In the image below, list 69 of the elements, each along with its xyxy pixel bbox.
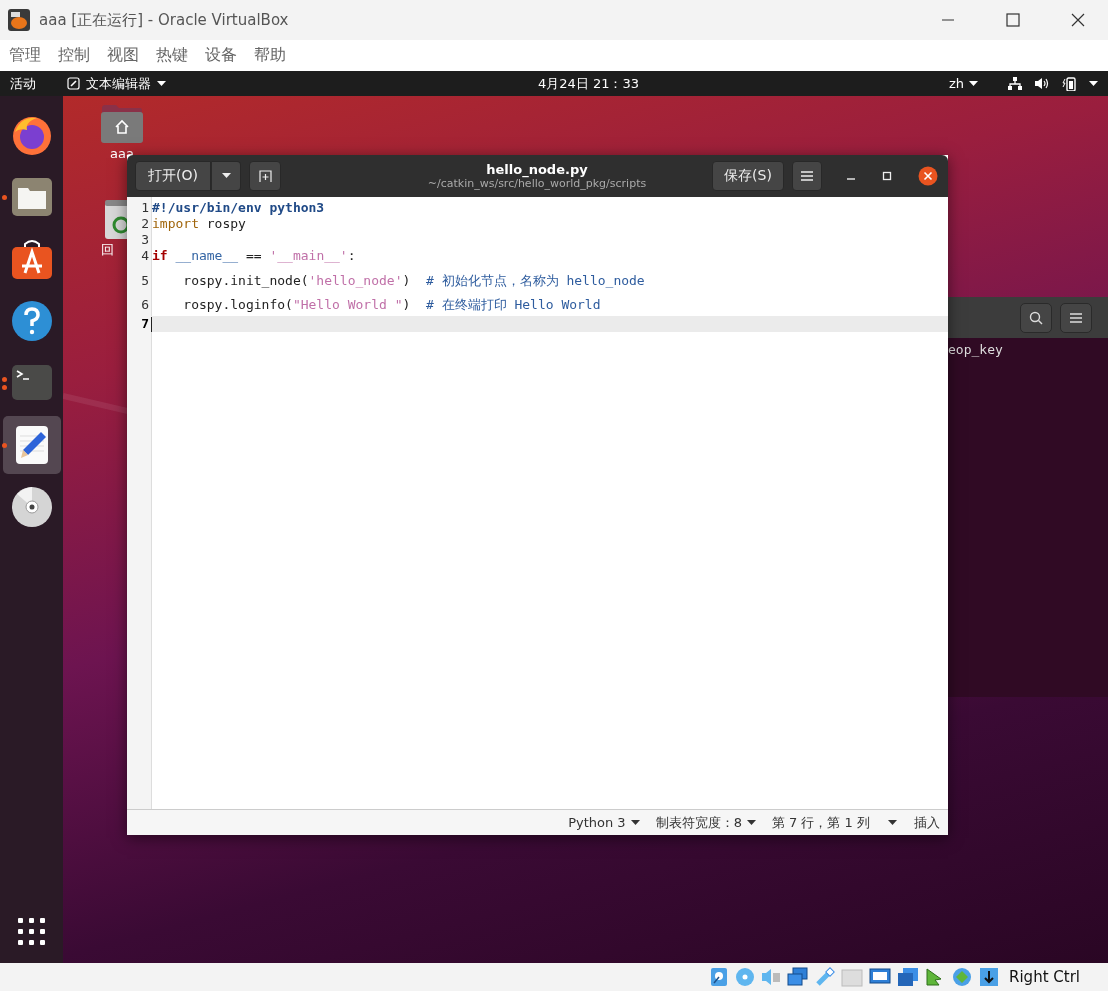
show-applications-icon[interactable]	[17, 918, 46, 946]
host-key-label: Right Ctrl	[1009, 968, 1080, 986]
code-line: rospy.init_node('hello_node') # 初始化节点，名称为 hello_node	[182, 272, 645, 290]
battery-icon[interactable]	[1062, 76, 1076, 91]
insert-mode-indicator: 插入	[914, 813, 940, 832]
caret-icon	[630, 819, 640, 826]
save-button[interactable]: 保存(S)	[712, 161, 784, 191]
desktop-icon-label: 回	[101, 241, 114, 259]
trash-icon[interactable]	[103, 199, 127, 239]
input-method-menu[interactable]: zh	[948, 76, 978, 91]
disc-icon	[10, 486, 53, 528]
virtualbox-logo-icon	[8, 9, 30, 31]
close-icon[interactable]	[918, 166, 938, 186]
text-cursor	[151, 316, 152, 332]
menu-button[interactable]	[792, 161, 822, 191]
menu-item[interactable]: 设备	[205, 45, 237, 66]
line-number: 2	[141, 216, 149, 232]
language-selector[interactable]: Python 3	[568, 815, 640, 830]
shopping-bag-icon	[10, 238, 53, 280]
edit-icon	[67, 77, 80, 90]
usb-icon[interactable]	[815, 967, 836, 987]
terminal-text: eop_key	[948, 342, 1003, 357]
line-number: 1	[141, 200, 149, 216]
line-number: 5	[141, 272, 149, 290]
code-line: import rospy	[152, 216, 246, 232]
code-line: if __name__ == '__main__':	[152, 248, 356, 264]
line-number: 4	[141, 248, 149, 264]
network-icon[interactable]	[1008, 77, 1022, 90]
caret-icon	[157, 80, 166, 87]
display-icon[interactable]	[869, 967, 892, 987]
new-tab-button[interactable]	[249, 161, 281, 191]
help-icon	[10, 300, 53, 342]
menu-item[interactable]: 控制	[58, 45, 90, 66]
caret-icon[interactable]	[1089, 80, 1098, 87]
menu-item[interactable]: 帮助	[254, 45, 286, 66]
document-path: ~/catkin_ws/src/hello_world_pkg/scripts	[427, 177, 647, 190]
volume-icon[interactable]	[1035, 77, 1049, 90]
line-number: 6	[141, 296, 149, 314]
editor-launcher[interactable]	[2, 416, 61, 474]
menu-item[interactable]: 管理	[9, 45, 41, 66]
menu-item[interactable]: 热键	[156, 45, 188, 66]
close-icon[interactable]	[1071, 13, 1085, 27]
open-button[interactable]: 打开(O)	[135, 161, 211, 191]
screens-icon[interactable]	[897, 967, 920, 987]
line-number: 3	[141, 232, 149, 248]
caret-icon	[221, 173, 231, 179]
search-button[interactable]	[1020, 302, 1052, 333]
app-menu[interactable]: 文本编辑器	[67, 74, 166, 93]
code-line: rospy.loginfo("Hello World ") # 在终端打印 Hello World	[182, 296, 601, 314]
home-folder-icon[interactable]	[100, 104, 144, 144]
menu-button[interactable]	[1060, 302, 1092, 333]
new-tab-icon	[258, 170, 272, 182]
activities-button[interactable]: 活动	[0, 74, 67, 93]
document-title: hello_node.py	[486, 162, 588, 177]
menu-item[interactable]: 视图	[107, 45, 139, 66]
search-icon	[1029, 310, 1043, 325]
menu-icon	[801, 171, 813, 181]
recent-files-dropdown[interactable]	[211, 161, 241, 191]
firefox-icon	[10, 114, 53, 156]
window-title: aaa [正在运行] - Oracle VirtualBox	[39, 10, 289, 30]
cursor-position-selector[interactable]: 第 7 行，第 1 列	[771, 813, 897, 832]
code-line: #!/usr/bin/env python3	[152, 200, 325, 216]
line-number: 7	[141, 316, 149, 332]
menu-icon	[1070, 312, 1082, 323]
caret-icon	[969, 80, 978, 87]
caret-icon	[746, 819, 756, 826]
tab-width-selector[interactable]: 制表符宽度：8	[655, 813, 756, 832]
clock[interactable]: 4月24日 21：33	[538, 74, 640, 93]
caret-icon	[888, 819, 897, 826]
